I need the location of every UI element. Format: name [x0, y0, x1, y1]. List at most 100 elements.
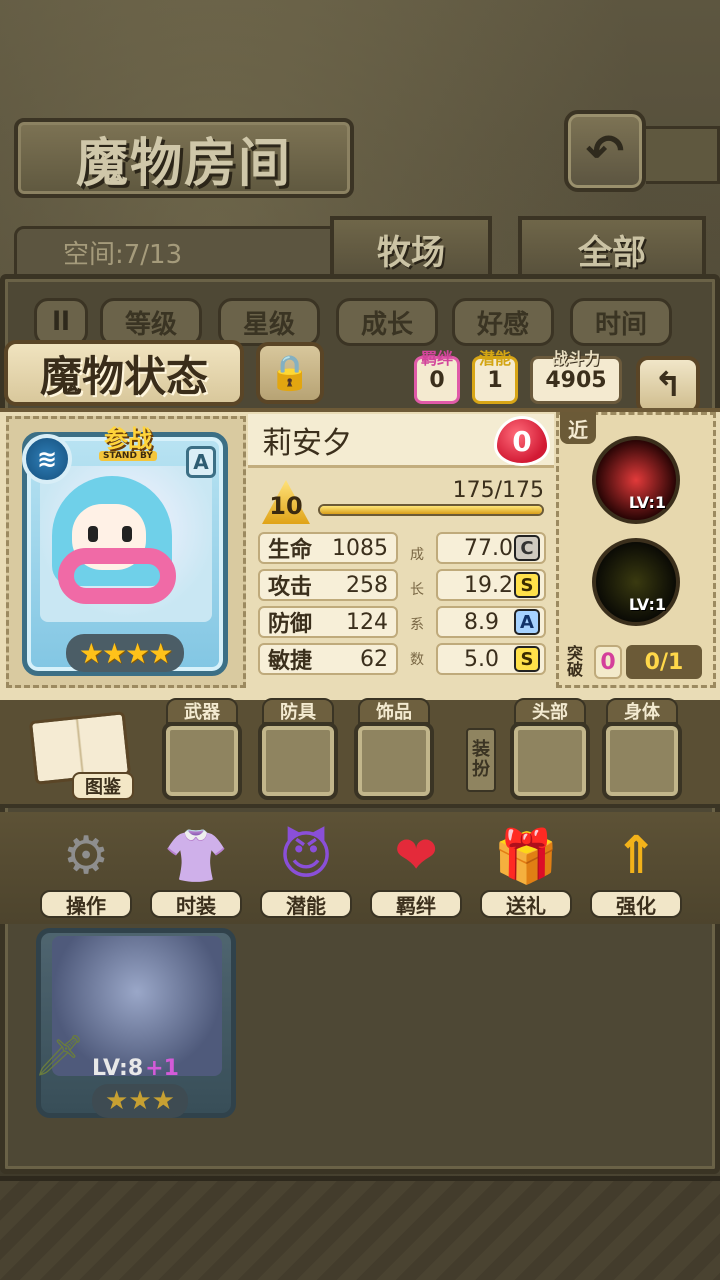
portrait-eye-right — [122, 526, 132, 542]
bond-value: 0 — [429, 367, 445, 393]
stat-hp-row: 生命 1085 — [258, 532, 398, 564]
skill-lightning-icon[interactable]: LV:1 — [592, 538, 680, 626]
tab-all[interactable]: 全部 — [518, 216, 706, 282]
head-slot-label: 头部 — [514, 698, 586, 724]
pause-icon: ll — [52, 307, 70, 337]
pause-button[interactable]: ll — [34, 298, 88, 346]
devil-icon: 😈 — [278, 826, 334, 886]
sort-growth-button[interactable]: 成长 — [336, 298, 438, 346]
melee-tag: 近 — [560, 412, 596, 444]
growth-atk-grade: S — [514, 572, 540, 598]
sort-star-button[interactable]: 星级 — [218, 298, 320, 346]
breakthrough-row: 突破 0 0/1 — [560, 640, 714, 684]
breakthrough-label: 突破 — [566, 644, 583, 679]
space-counter: 空间:7/13 — [14, 226, 334, 278]
body-slot[interactable] — [602, 722, 682, 800]
status-close-button[interactable]: ↰ — [636, 356, 700, 414]
lock-button[interactable]: 🔒 — [256, 342, 324, 404]
back-button[interactable]: ↶ — [564, 110, 646, 192]
affection-value: 0 — [512, 424, 532, 458]
page-title: 魔物房间 — [75, 132, 292, 194]
stat-agi-label: 敏捷 — [268, 649, 313, 674]
tab-ranch[interactable]: 牧场 — [330, 216, 492, 282]
tab-all-label: 全部 — [578, 232, 646, 273]
bond-action-label: 羁绊 — [370, 890, 462, 918]
gear-icon: ⚙ — [62, 826, 110, 886]
back-icon: ↶ — [585, 124, 625, 178]
head-slot[interactable] — [510, 722, 590, 800]
enhance-label: 强化 — [590, 890, 682, 918]
growth-hp-grade: C — [514, 535, 540, 561]
accessory-slot[interactable] — [354, 722, 434, 800]
weapon-slot-label: 武器 — [166, 698, 238, 724]
fashion-button[interactable]: 👚 时装 — [148, 818, 244, 926]
background-card-stars: ★★★ — [92, 1084, 188, 1118]
standby-banner: 参战 STAND BY — [76, 424, 180, 464]
hp-bar — [318, 504, 544, 516]
dress-icon: 👚 — [163, 826, 229, 887]
star-rating-icons: ★★★★ — [78, 636, 173, 670]
portrait-eye-left — [88, 526, 98, 542]
sort-time-label: 时间 — [594, 309, 647, 340]
growth-atk-row: 19.2 S — [436, 569, 546, 601]
growth-atk-value: 19.2 — [464, 572, 513, 598]
sword-icon: 🗡 — [34, 1033, 85, 1079]
background-card-level: LV:8 +1 — [92, 1054, 212, 1082]
gift-button[interactable]: 🎁 送礼 — [478, 818, 574, 926]
level-value: 10 — [269, 492, 303, 520]
bond-label: 羁绊 — [420, 349, 453, 368]
stat-atk-label: 攻击 — [268, 575, 313, 600]
space-counter-text: 空间:7/13 — [63, 239, 183, 270]
bond-button[interactable]: ❤ 羁绊 — [368, 818, 464, 926]
stat-def-value: 124 — [346, 609, 388, 635]
growth-def-value: 8.9 — [464, 609, 499, 635]
codex-label: 图鉴 — [85, 777, 121, 798]
potential-button[interactable]: 😈 潜能 — [258, 818, 354, 926]
operate-label: 操作 — [40, 890, 132, 918]
star-rating: ★★★★ — [66, 634, 184, 672]
stat-atk-value: 258 — [346, 572, 388, 598]
potential-value: 1 — [487, 367, 503, 393]
hearts-icon: ❤ — [394, 826, 438, 886]
stat-agi-row: 敏捷 62 — [258, 643, 398, 675]
standby-en-label: STAND BY — [99, 451, 157, 461]
power-label: 战斗力 — [551, 349, 600, 368]
enhance-button[interactable]: ⇑ 强化 — [588, 818, 684, 926]
growth-label: 成 长 系 数 — [404, 536, 430, 676]
background-card-star-icons: ★★★ — [105, 1086, 175, 1116]
sort-growth-label: 成长 — [360, 309, 413, 340]
growth-agi-row: 5.0 S — [436, 643, 546, 675]
power-stat: 战斗力 4905 — [530, 349, 622, 404]
breakthrough-value: 0 — [594, 645, 622, 679]
stat-def-row: 防御 124 — [258, 606, 398, 638]
potential-action-label: 潜能 — [260, 890, 352, 918]
tab-ranch-label: 牧场 — [377, 232, 445, 273]
sort-time-button[interactable]: 时间 — [570, 298, 672, 346]
codex-button[interactable]: 图鉴 — [72, 772, 134, 800]
sort-affection-button[interactable]: 好感 — [452, 298, 554, 346]
breakthrough-progress: 0/1 — [626, 645, 702, 679]
rank-badge: A — [186, 446, 216, 478]
monster-status-title-text: 魔物状态 — [39, 351, 208, 401]
dress-up-tag: 装 扮 — [466, 728, 496, 792]
stat-atk-row: 攻击 258 — [258, 569, 398, 601]
weapon-slot[interactable] — [162, 722, 242, 800]
growth-char-3: 系 — [410, 616, 424, 633]
growth-hp-row: 77.0 C — [436, 532, 546, 564]
sort-level-button[interactable]: 等级 — [100, 298, 202, 346]
page-title-banner: 魔物房间 — [14, 118, 354, 198]
growth-hp-value: 77.0 — [464, 535, 513, 561]
arrow-up-icon: ⇑ — [614, 826, 658, 886]
melee-tag-label: 近 — [568, 417, 588, 442]
power-value: 4905 — [545, 367, 607, 393]
sort-affection-label: 好感 — [476, 309, 529, 340]
armor-slot[interactable] — [258, 722, 338, 800]
skill-bite-icon[interactable]: LV:1 — [592, 436, 680, 524]
standby-label: 参战 — [104, 424, 152, 453]
skill2-level: LV:1 — [628, 595, 666, 614]
body-slot-label: 身体 — [606, 698, 678, 724]
background-card-plus: +1 — [145, 1055, 179, 1081]
operate-button[interactable]: ⚙ 操作 — [38, 818, 134, 926]
bond-stat: 羁绊 0 — [414, 349, 460, 404]
hp-text: 175/175 — [452, 478, 544, 503]
